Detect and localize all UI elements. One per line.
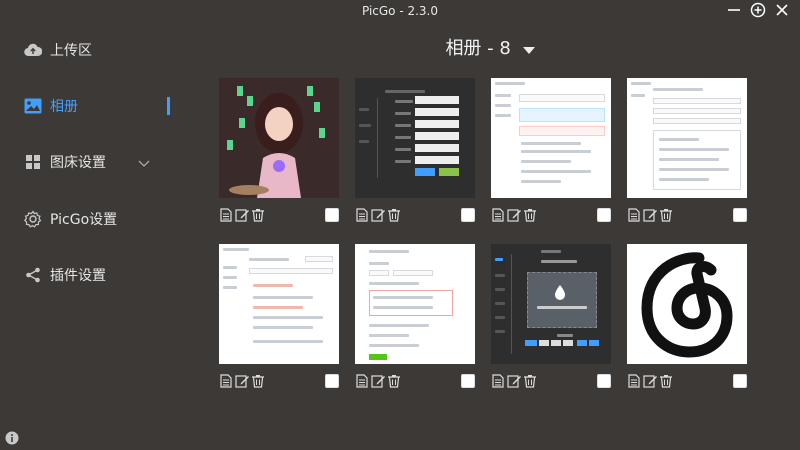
image-actions <box>219 208 339 222</box>
logo-image <box>641 252 733 358</box>
caret-down-icon[interactable] <box>522 39 535 60</box>
image-actions <box>627 208 747 222</box>
share-icon <box>24 266 42 284</box>
edit-icon[interactable] <box>235 374 249 388</box>
copy-link-icon[interactable] <box>491 374 505 388</box>
image-actions <box>355 208 475 222</box>
select-checkbox[interactable] <box>461 208 475 222</box>
grid-icon <box>24 153 42 171</box>
copy-link-icon[interactable] <box>627 374 641 388</box>
sidebar-item-label: 图床设置 <box>50 155 106 171</box>
image-icon <box>24 97 42 115</box>
select-checkbox[interactable] <box>597 208 611 222</box>
image-thumbnail[interactable] <box>219 244 339 364</box>
image-thumbnail[interactable] <box>355 244 475 364</box>
sidebar-item-label: 插件设置 <box>50 268 106 284</box>
sidebar-item-settings[interactable]: PicGo设置 <box>0 202 180 236</box>
image-card <box>219 244 339 388</box>
sidebar-item-label: PicGo设置 <box>50 212 118 228</box>
edit-icon[interactable] <box>643 374 657 388</box>
delete-icon[interactable] <box>523 374 537 388</box>
select-checkbox[interactable] <box>461 374 475 388</box>
delete-icon[interactable] <box>251 374 265 388</box>
title-bar: PicGo - 2.3.0 <box>0 0 800 22</box>
album-title[interactable]: 相册 - 8 <box>180 34 800 60</box>
sidebar-item-plugins[interactable]: 插件设置 <box>0 258 180 292</box>
image-card <box>219 78 339 222</box>
image-actions <box>627 374 747 388</box>
delete-icon[interactable] <box>659 374 673 388</box>
window-title: PicGo - 2.3.0 <box>361 4 439 18</box>
sidebar-item-album[interactable]: 相册 <box>0 89 180 123</box>
sidebar-item-pic-bed[interactable]: 图床设置 <box>0 145 180 179</box>
image-card <box>627 78 747 222</box>
gear-icon <box>24 210 42 228</box>
image-actions <box>219 374 339 388</box>
cloud-upload-icon <box>24 41 42 59</box>
copy-link-icon[interactable] <box>491 208 505 222</box>
image-thumbnail[interactable] <box>627 244 747 364</box>
delete-icon[interactable] <box>251 208 265 222</box>
info-icon[interactable] <box>5 430 19 449</box>
minimize-icon[interactable] <box>726 2 742 18</box>
image-actions <box>491 374 611 388</box>
delete-icon[interactable] <box>659 208 673 222</box>
copy-link-icon[interactable] <box>219 208 233 222</box>
select-checkbox[interactable] <box>325 374 339 388</box>
image-card <box>491 244 611 388</box>
image-card <box>355 244 475 388</box>
edit-icon[interactable] <box>371 208 385 222</box>
image-thumbnail[interactable] <box>491 78 611 198</box>
copy-link-icon[interactable] <box>627 208 641 222</box>
copy-link-icon[interactable] <box>219 374 233 388</box>
image-thumbnail[interactable] <box>491 244 611 364</box>
image-thumbnail[interactable] <box>627 78 747 198</box>
image-thumbnail[interactable] <box>219 78 339 198</box>
copy-link-icon[interactable] <box>355 208 369 222</box>
select-checkbox[interactable] <box>325 208 339 222</box>
sidebar-item-upload[interactable]: 上传区 <box>0 33 180 67</box>
edit-icon[interactable] <box>507 208 521 222</box>
image-actions <box>355 374 475 388</box>
maximize-icon[interactable] <box>750 2 766 18</box>
sidebar-item-label: 相册 <box>50 99 78 115</box>
copy-link-icon[interactable] <box>355 374 369 388</box>
edit-icon[interactable] <box>643 208 657 222</box>
image-card <box>491 78 611 222</box>
sidebar: 上传区 相册 图床设置 PicGo设置 插件设置 <box>0 22 180 450</box>
select-checkbox[interactable] <box>597 374 611 388</box>
image-card <box>355 78 475 222</box>
delete-icon[interactable] <box>387 208 401 222</box>
image-actions <box>491 208 611 222</box>
delete-icon[interactable] <box>387 374 401 388</box>
edit-icon[interactable] <box>371 374 385 388</box>
active-indicator <box>167 97 170 115</box>
sidebar-item-label: 上传区 <box>50 43 92 59</box>
album-title-text: 相册 - 8 <box>445 38 511 59</box>
close-icon[interactable] <box>774 2 790 18</box>
chevron-down-icon <box>138 156 150 172</box>
image-thumbnail[interactable] <box>355 78 475 198</box>
delete-icon[interactable] <box>523 208 537 222</box>
edit-icon[interactable] <box>235 208 249 222</box>
edit-icon[interactable] <box>507 374 521 388</box>
image-card <box>627 244 747 388</box>
select-checkbox[interactable] <box>733 208 747 222</box>
select-checkbox[interactable] <box>733 374 747 388</box>
